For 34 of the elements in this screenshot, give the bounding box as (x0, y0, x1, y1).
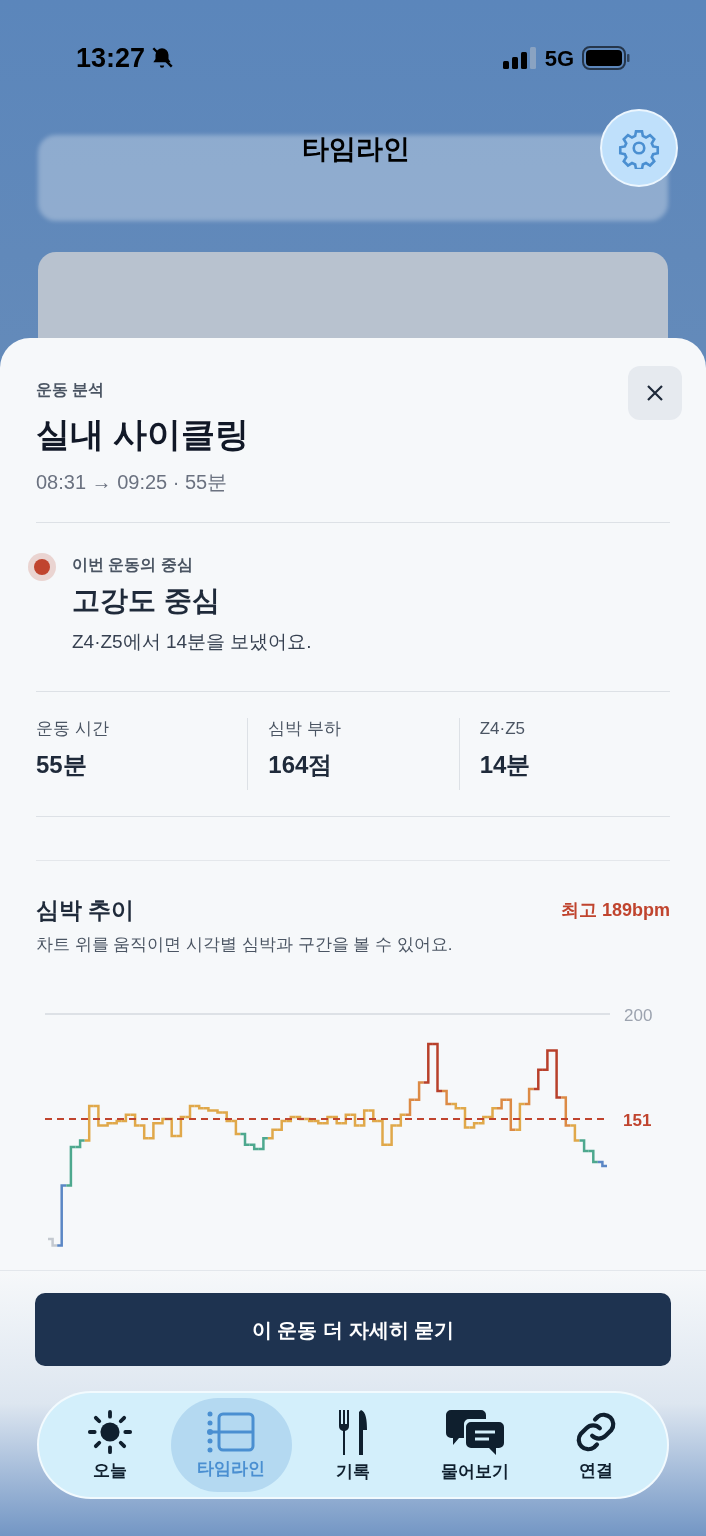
timeline-icon (206, 1411, 257, 1453)
stat-label: 심박 부하 (268, 718, 343, 740)
close-icon (645, 383, 665, 403)
tab-item[interactable]: 물어보기 (413, 1398, 536, 1492)
threshold-label: 151 (623, 1111, 652, 1130)
focus-title: 고강도 중심 (72, 584, 221, 618)
network-label: 5G (544, 44, 574, 73)
tab-item[interactable]: 오늘 (49, 1398, 171, 1492)
workout-title: 실내 사이클링 (36, 414, 251, 455)
tab-item[interactable]: 기록 (292, 1398, 414, 1492)
ask-more-button[interactable]: 이 운동 더 자세히 묻기 (35, 1293, 671, 1366)
focus-label: 이번 운동의 중심 (72, 555, 194, 575)
max-heart-rate: 최고 189bpm (560, 898, 670, 922)
sun-icon (86, 1409, 133, 1455)
settings-icon (618, 127, 660, 169)
stat-label: Z4·Z5 (479, 718, 526, 740)
time-range: 08:31 → 09:25 · 55분 (36, 470, 229, 495)
y-tick-label: 200 (624, 1006, 653, 1025)
stat-value: 14분 (479, 750, 532, 780)
section-eyebrow: 운동 분석 (36, 380, 105, 400)
stat-label: 운동 시간 (36, 718, 110, 740)
fork-knife-icon (337, 1408, 369, 1456)
stat-value: 55분 (36, 750, 88, 780)
chart-title: 심박 추이 (36, 896, 135, 925)
tab-item[interactable]: 연결 (535, 1398, 657, 1492)
chat-bubbles-icon (444, 1408, 505, 1456)
page-title: 타임라인 (302, 133, 410, 166)
chart-caption: 차트 위를 움직이면 시각별 심박과 구간을 볼 수 있어요. (36, 934, 454, 956)
battery-icon (582, 46, 630, 71)
focus-description: Z4·Z5에서 14분을 보냈어요. (72, 630, 313, 654)
status-time: 13:27 (76, 42, 146, 75)
stat-value: 164점 (268, 750, 334, 780)
signal-icon (502, 47, 537, 70)
close-button[interactable] (628, 366, 682, 420)
